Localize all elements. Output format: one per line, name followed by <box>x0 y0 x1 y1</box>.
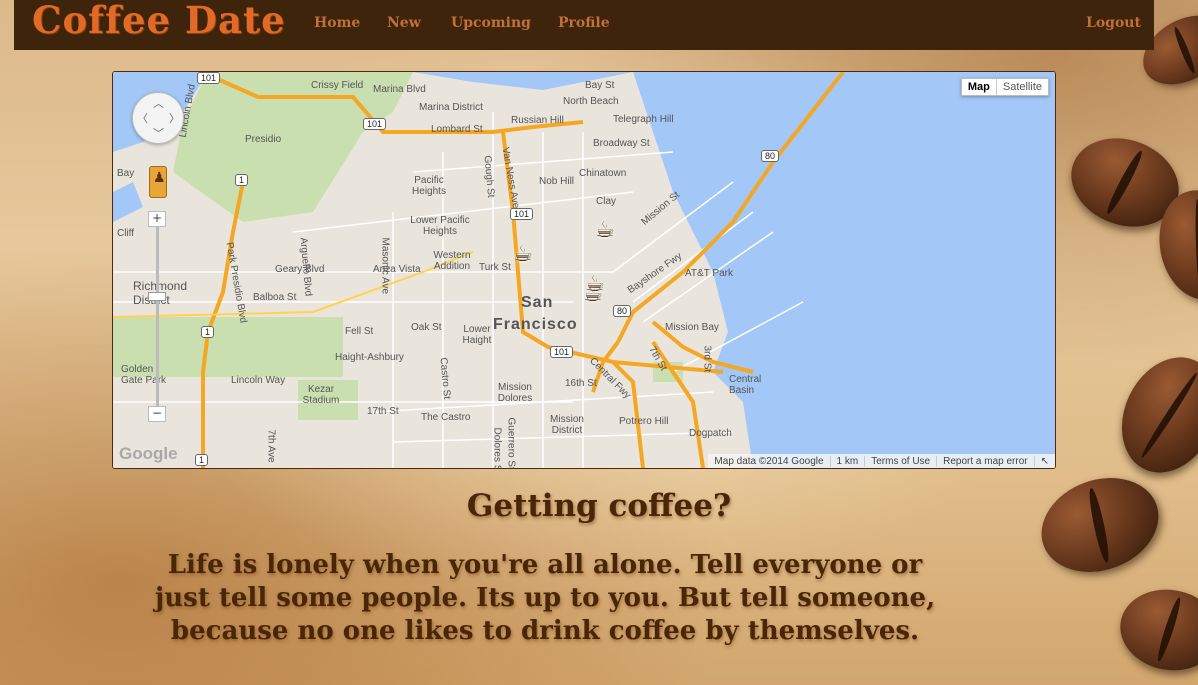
expand-icon[interactable]: ↖ <box>1033 455 1055 467</box>
zoom-in-button[interactable]: + <box>148 211 166 227</box>
highway-shield: 1 <box>235 174 249 186</box>
map-label: Clay <box>596 196 617 207</box>
pan-control[interactable]: ︿ ﹀ 〈 〉 <box>132 92 184 144</box>
map-label: Bay St <box>585 80 615 91</box>
highway-shield: 101 <box>363 118 387 130</box>
person-icon: ♟ <box>153 170 166 186</box>
map-label: Lincoln Way <box>231 375 286 386</box>
coffee-marker-icon[interactable]: ☕ <box>595 218 615 243</box>
brand-logo[interactable]: Coffee Date <box>32 0 286 42</box>
map-label: Western Addition <box>433 250 471 272</box>
terms-link[interactable]: Terms of Use <box>864 455 936 467</box>
map-label: Russian Hill <box>511 115 564 126</box>
highway-shield: 1 <box>195 454 209 466</box>
coffee-marker-icon[interactable]: ☕ <box>513 242 533 267</box>
top-navbar: Coffee Date Home New Upcoming Profile Lo… <box>14 0 1154 50</box>
map-type-map-button[interactable]: Map <box>962 79 997 95</box>
zoom-slider-track[interactable] <box>156 222 159 412</box>
zoom-slider-thumb[interactable] <box>148 292 166 301</box>
map-scale[interactable]: 1 km <box>829 455 865 467</box>
map-city-label: San <box>521 294 554 311</box>
map-label: Marina Blvd <box>373 84 426 95</box>
page-headline: Getting coffee? <box>466 488 732 524</box>
highway-shield: 80 <box>761 150 780 162</box>
pegman-icon[interactable]: ♟ <box>149 166 167 198</box>
chevron-right-icon[interactable]: 〉 <box>169 110 180 126</box>
map-label: 3rd St <box>701 345 713 373</box>
chevron-left-icon[interactable]: 〈 <box>137 110 148 126</box>
highway-shield: 101 <box>510 208 534 220</box>
map-canvas[interactable] <box>113 72 1055 468</box>
chevron-up-icon[interactable]: ︿ <box>153 95 164 111</box>
map-label: Telegraph Hill <box>613 114 674 125</box>
coffee-bean-decoration <box>1103 341 1198 489</box>
map-label: Richmond District <box>133 279 188 307</box>
map-label: Marina District <box>419 102 483 113</box>
nav-profile[interactable]: Profile <box>558 15 610 31</box>
map-label: Balboa St <box>253 292 297 303</box>
coffee-marker-icon[interactable]: ☕ <box>583 282 603 307</box>
highway-shield: 1 <box>201 326 215 338</box>
map-label: 7th Ave <box>265 429 277 463</box>
map-label: Kezar Stadium <box>302 384 340 406</box>
map-label: Bay <box>117 168 135 179</box>
coffee-map[interactable]: Marina Blvd Marina District Crissy Field… <box>112 71 1056 469</box>
map-type-satellite-button[interactable]: Satellite <box>997 79 1048 95</box>
map-label: The Castro <box>421 412 471 423</box>
map-label: Dogpatch <box>689 428 732 439</box>
map-label: AT&T Park <box>685 268 733 279</box>
map-label: Mission Bay <box>665 322 719 333</box>
map-label: 16th St <box>565 378 597 389</box>
map-label: Broadway St <box>593 138 650 149</box>
coffee-bean-decoration <box>1113 581 1198 679</box>
report-error-link[interactable]: Report a map error <box>936 455 1033 467</box>
map-label: Lombard St <box>431 124 483 135</box>
map-label: Crissy Field <box>311 80 364 91</box>
coffee-bean-decoration <box>1028 462 1172 588</box>
map-label: Mission District <box>550 414 584 436</box>
map-label: Mission Dolores <box>497 382 533 404</box>
map-label: Dolores St <box>491 427 503 469</box>
map-label: Potrero Hill <box>619 416 669 427</box>
nav-home[interactable]: Home <box>314 15 360 31</box>
map-label: Lower Pacific Heights <box>410 215 470 237</box>
map-label: Haight-Ashbury <box>335 352 404 363</box>
zoom-out-button[interactable]: − <box>148 406 166 422</box>
highway-shield: 101 <box>197 72 221 84</box>
map-label: Pacific Heights <box>412 175 446 197</box>
map-data-text: Map data ©2014 Google <box>714 455 824 467</box>
page-tagline: Life is lonely when you're all alone. Te… <box>154 550 936 646</box>
map-label: Lower Haight <box>462 324 492 346</box>
highway-shield: 101 <box>550 346 574 358</box>
map-attribution: Map data ©2014 Google 1 km Terms of Use … <box>708 454 1055 468</box>
map-label: Cliff <box>117 228 135 239</box>
map-label: Nob Hill <box>539 176 575 187</box>
map-label: 17th St <box>367 406 399 417</box>
map-label: Chinatown <box>579 168 627 179</box>
nav-upcoming[interactable]: Upcoming <box>451 15 531 31</box>
nav-logout[interactable]: Logout <box>1086 15 1141 31</box>
map-label: Turk St <box>479 262 511 273</box>
google-logo[interactable]: Google <box>119 444 178 464</box>
highway-shield: 80 <box>613 305 632 317</box>
map-label: Central Basin <box>729 374 762 396</box>
nav-new[interactable]: New <box>387 15 421 31</box>
map-label: Fell St <box>345 326 374 337</box>
map-type-control: Map Satellite <box>960 78 1049 96</box>
map-label: Presidio <box>245 134 282 145</box>
map-label: Masonic Ave <box>379 237 391 295</box>
map-label: Golden Gate Park <box>121 364 167 386</box>
map-label: Oak St <box>411 322 442 333</box>
map-city-label: Francisco <box>493 316 578 333</box>
map-label: Guerrero St <box>505 417 517 469</box>
map-label: North Beach <box>563 96 619 107</box>
chevron-down-icon[interactable]: ﹀ <box>153 125 164 141</box>
